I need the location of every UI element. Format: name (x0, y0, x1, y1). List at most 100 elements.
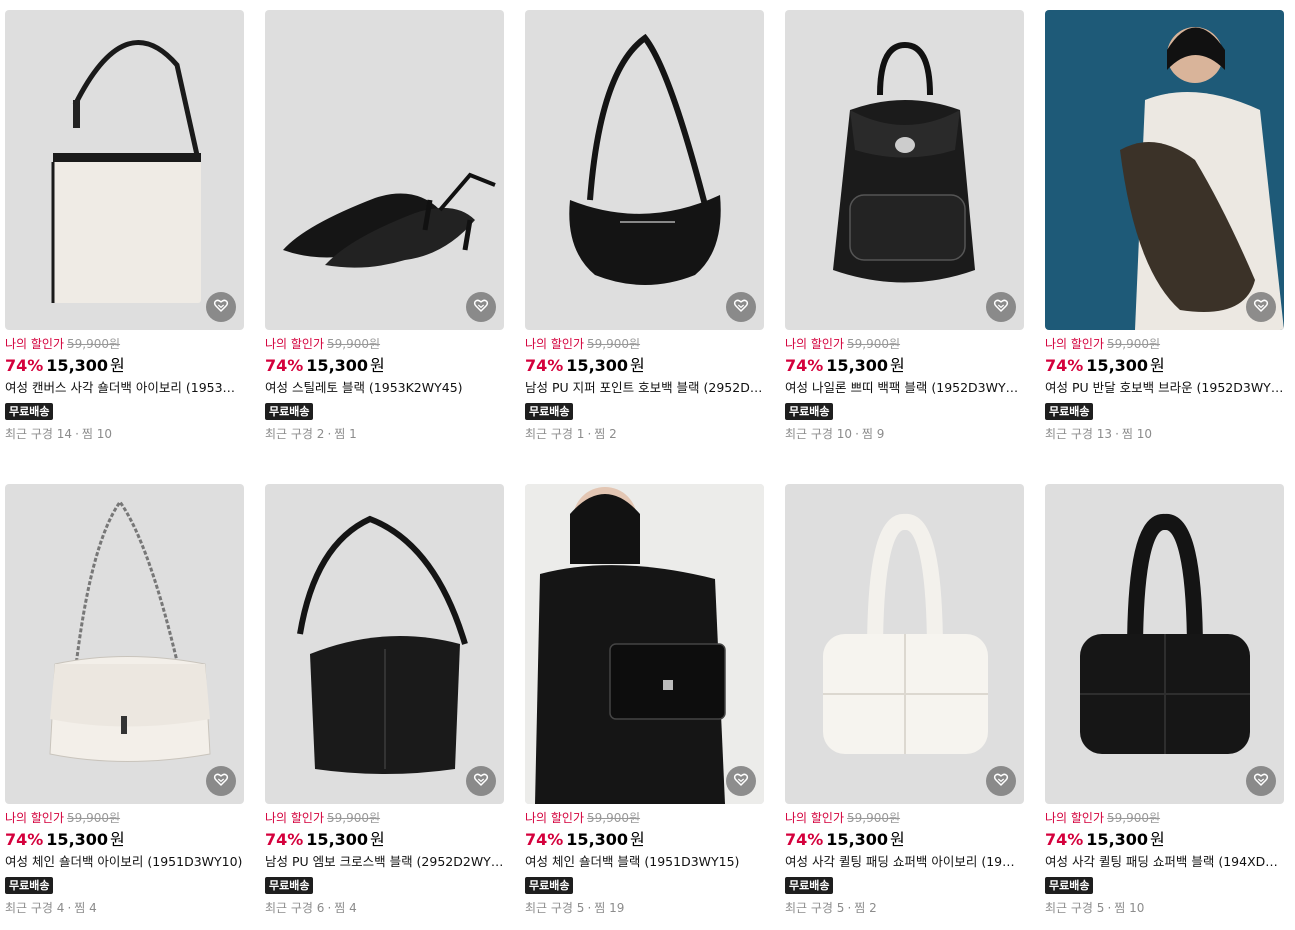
separator-dot: · (587, 901, 592, 915)
product-image[interactable] (5, 10, 244, 330)
price-row: 74% 15,300 원 (525, 829, 764, 851)
separator-dot: · (327, 901, 332, 915)
heart-icon (1253, 771, 1269, 791)
product-image[interactable] (1045, 484, 1284, 804)
likes-count: 찜 1 (334, 427, 357, 441)
discount-label: 나의 할인가 (525, 337, 585, 351)
product-card[interactable]: 나의 할인가 59,900원 74% 15,300 원 여성 체인 숄더백 아이보리 … (5, 484, 244, 928)
product-card[interactable]: 나의 할인가 59,900원 74% 15,300 원 남성 PU 엠보 크로스백 블… (265, 484, 504, 928)
product-image[interactable] (785, 484, 1024, 804)
product-image[interactable] (785, 10, 1024, 330)
price-row: 74% 15,300 원 (265, 829, 504, 851)
like-button[interactable] (206, 766, 236, 796)
sale-price: 15,300 (306, 356, 369, 375)
product-image[interactable] (525, 10, 764, 330)
product-name[interactable]: 여성 PU 반달 호보백 브라운 (1952D3WY… (1045, 379, 1284, 397)
sale-price: 15,300 (566, 356, 629, 375)
price-unit: 원 (1150, 830, 1165, 849)
product-image[interactable] (265, 10, 504, 330)
free-shipping-badge: 무료배송 (5, 403, 54, 420)
price-row: 74% 15,300 원 (5, 829, 244, 851)
price-row: 74% 15,300 원 (1045, 829, 1284, 851)
free-shipping-badge: 무료배송 (265, 403, 314, 420)
product-image[interactable] (265, 484, 504, 804)
product-image[interactable] (5, 484, 244, 804)
product-card[interactable]: 나의 할인가 59,900원 74% 15,300 원 여성 캔버스 사각 숄더백 아… (5, 10, 244, 454)
discount-label: 나의 할인가 (785, 811, 845, 825)
discount-rate: 74% (525, 830, 564, 849)
separator-dot: · (1107, 901, 1112, 915)
likes-count: 찜 4 (334, 901, 357, 915)
price-unit: 원 (110, 830, 125, 849)
price-label-row: 나의 할인가 59,900원 (785, 336, 1024, 352)
product-name[interactable]: 여성 나일론 쁘띠 백팩 블랙 (1952D3WY55) (785, 379, 1024, 397)
heart-icon (1253, 297, 1269, 317)
product-card[interactable]: 나의 할인가 59,900원 74% 15,300 원 여성 체인 숄더백 블랙 (1… (525, 484, 764, 928)
product-name[interactable]: 남성 PU 지퍼 포인트 호보백 블랙 (2952D… (525, 379, 764, 397)
likes-count: 찜 19 (594, 901, 625, 915)
product-name[interactable]: 남성 PU 엠보 크로스백 블랙 (2952D2WY… (265, 853, 504, 871)
product-name[interactable]: 여성 사각 퀼팅 패딩 쇼퍼백 아이보리 (19… (785, 853, 1024, 871)
price-row: 74% 15,300 원 (785, 829, 1024, 851)
discount-label: 나의 할인가 (5, 811, 65, 825)
heart-icon (213, 771, 229, 791)
product-card[interactable]: 나의 할인가 59,900원 74% 15,300 원 여성 PU 반달 호보백 브라… (1045, 10, 1284, 454)
product-image[interactable] (525, 484, 764, 804)
separator-dot: · (1115, 427, 1119, 441)
product-image[interactable] (1045, 10, 1284, 330)
product-name[interactable]: 여성 캔버스 사각 숄더백 아이보리 (1953… (5, 379, 244, 397)
free-shipping-badge: 무료배송 (5, 877, 54, 894)
discount-rate: 74% (265, 356, 304, 375)
like-button[interactable] (986, 766, 1016, 796)
product-card[interactable]: 나의 할인가 59,900원 74% 15,300 원 남성 PU 지퍼 포인트 호보… (525, 10, 764, 454)
like-button[interactable] (986, 292, 1016, 322)
discount-rate: 74% (5, 356, 44, 375)
views-count: 최근 구경 6 (265, 901, 325, 915)
price-label-row: 나의 할인가 59,900원 (1045, 336, 1284, 352)
product-card[interactable]: 나의 할인가 59,900원 74% 15,300 원 여성 스틸레토 블랙 (195… (265, 10, 504, 454)
product-name[interactable]: 여성 체인 숄더백 아이보리 (1951D3WY10) (5, 853, 244, 871)
original-price: 59,900원 (327, 337, 381, 351)
product-card[interactable]: 나의 할인가 59,900원 74% 15,300 원 여성 사각 퀼팅 패딩 쇼퍼백… (785, 484, 1024, 928)
likes-count: 찜 9 (861, 427, 885, 441)
like-button[interactable] (466, 766, 496, 796)
views-count: 최근 구경 10 (785, 427, 853, 441)
free-shipping-badge: 무료배송 (1045, 877, 1094, 894)
product-stats: 최근 구경 5 · 찜 19 (525, 900, 764, 916)
price-row: 74% 15,300 원 (1045, 355, 1284, 377)
views-count: 최근 구경 5 (1045, 901, 1105, 915)
like-button[interactable] (206, 292, 236, 322)
price-label-row: 나의 할인가 59,900원 (525, 810, 764, 826)
product-name[interactable]: 여성 스틸레토 블랙 (1953K2WY45) (265, 379, 504, 397)
like-button[interactable] (466, 292, 496, 322)
product-name[interactable]: 여성 사각 퀼팅 패딩 쇼퍼백 블랙 (194XD… (1045, 853, 1284, 871)
like-button[interactable] (1246, 292, 1276, 322)
heart-icon (733, 771, 749, 791)
views-count: 최근 구경 14 (5, 427, 73, 441)
price-unit: 원 (890, 356, 905, 375)
discount-rate: 74% (785, 830, 824, 849)
discount-rate: 74% (5, 830, 44, 849)
original-price: 59,900원 (1107, 337, 1161, 351)
discount-label: 나의 할인가 (5, 337, 65, 351)
price-unit: 원 (890, 830, 905, 849)
price-label-row: 나의 할인가 59,900원 (5, 810, 244, 826)
separator-dot: · (327, 427, 332, 441)
likes-count: 찜 4 (74, 901, 97, 915)
product-card[interactable]: 나의 할인가 59,900원 74% 15,300 원 여성 사각 퀼팅 패딩 쇼퍼백… (1045, 484, 1284, 928)
price-row: 74% 15,300 원 (525, 355, 764, 377)
like-button[interactable] (726, 766, 756, 796)
product-name[interactable]: 여성 체인 숄더백 블랙 (1951D3WY15) (525, 853, 764, 871)
discount-label: 나의 할인가 (265, 337, 325, 351)
sale-price: 15,300 (826, 356, 889, 375)
product-card[interactable]: 나의 할인가 59,900원 74% 15,300 원 여성 나일론 쁘띠 백팩 블랙… (785, 10, 1024, 454)
like-button[interactable] (1246, 766, 1276, 796)
sale-price: 15,300 (306, 830, 369, 849)
likes-count: 찜 10 (81, 427, 113, 441)
original-price: 59,900원 (327, 811, 381, 825)
separator-dot: · (75, 427, 79, 441)
product-stats: 최근 구경 5 · 찜 10 (1045, 900, 1284, 916)
like-button[interactable] (726, 292, 756, 322)
discount-label: 나의 할인가 (1045, 811, 1105, 825)
heart-icon (993, 771, 1009, 791)
